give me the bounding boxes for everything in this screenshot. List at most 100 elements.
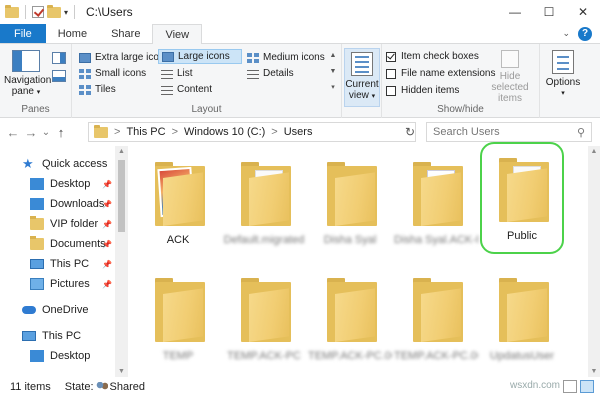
breadcrumb-users[interactable]: Users	[284, 126, 313, 138]
close-button[interactable]: ✕	[566, 0, 600, 24]
forward-button[interactable]: →	[22, 125, 40, 140]
breadcrumb-separator[interactable]: >	[114, 126, 120, 138]
layout-details[interactable]: Details	[244, 66, 297, 81]
folder-name: ACK	[166, 234, 190, 246]
nav-item-vip-folder[interactable]: VIP folder 📌	[0, 214, 114, 234]
nav-item-downloads[interactable]: Downloads 📌	[0, 194, 114, 214]
breadcrumb-windows-drive[interactable]: Windows 10 (C:)	[184, 126, 265, 138]
extra-large-icons-icon	[79, 52, 91, 63]
folder-name: Public	[507, 230, 537, 242]
navigation-pane-icon	[12, 50, 40, 72]
pin-icon[interactable]: 📌	[102, 180, 112, 189]
breadcrumb-separator[interactable]: >	[172, 126, 178, 138]
pin-icon[interactable]: 📌	[102, 240, 112, 249]
hide-selected-label-2: items	[498, 93, 522, 104]
folder-item-default-migrated[interactable]: Default.migrated	[222, 160, 306, 246]
layout-content[interactable]: Content	[158, 82, 215, 97]
folder-item-temp[interactable]: TEMP	[136, 276, 220, 362]
folder-item-disha-syal[interactable]: Disha Syal	[308, 160, 392, 246]
folder-icon	[149, 160, 207, 226]
nav-item-this-pc[interactable]: This PC	[0, 326, 114, 346]
new-folder-icon[interactable]	[47, 4, 61, 18]
folder-item-public[interactable]: Public	[480, 142, 564, 254]
file-name-extensions-option[interactable]: File name extensions	[386, 68, 496, 79]
tab-view[interactable]: View	[152, 24, 203, 44]
options-button[interactable]: Options ▾	[544, 50, 582, 99]
refresh-button[interactable]: ↻	[401, 122, 419, 142]
scroll-down-icon[interactable]: ▼	[588, 368, 600, 375]
help-icon[interactable]: ?	[578, 26, 592, 41]
folder-icon	[149, 276, 207, 342]
hide-selected-items-button[interactable]: Hide selected items	[482, 50, 538, 104]
folder-name: TEMP.ACK-PC	[227, 350, 301, 362]
pin-icon[interactable]: 📌	[102, 220, 112, 229]
breadcrumb-this-pc[interactable]: This PC	[126, 126, 165, 138]
maximize-button[interactable]: ☐	[532, 0, 566, 24]
large-icons-view-toggle-icon[interactable]	[580, 380, 594, 393]
preview-pane-icon[interactable]	[52, 52, 66, 64]
folder-item-temp-ack-pc-000[interactable]: TEMP.ACK-PC.000	[308, 276, 392, 362]
scroll-up-icon[interactable]: ▲	[588, 148, 600, 155]
breadcrumb-separator[interactable]: >	[271, 126, 277, 138]
pin-icon[interactable]: 📌	[102, 200, 112, 209]
small-icons-icon	[79, 68, 91, 79]
item-check-boxes-option[interactable]: Item check boxes	[386, 51, 479, 62]
recent-locations-button[interactable]: ⌄	[40, 127, 52, 138]
file-list-scrollbar[interactable]: ▲ ▼	[588, 146, 600, 377]
layout-expand-icon[interactable]: ▾	[328, 82, 338, 94]
item-check-boxes-checkbox[interactable]	[386, 51, 396, 62]
hidden-items-checkbox[interactable]	[386, 85, 396, 96]
nav-item-onedrive[interactable]: OneDrive	[0, 300, 114, 320]
quick-access-toolbar-dropdown-icon[interactable]: ▾	[64, 8, 68, 17]
folder-name: Default.migrated	[223, 234, 305, 246]
folder-icon	[493, 276, 551, 342]
pin-icon[interactable]: 📌	[102, 260, 112, 269]
minimize-button[interactable]: —	[498, 0, 532, 24]
nav-item-documents[interactable]: Documents 📌	[0, 234, 114, 254]
folder-item-temp-ack-pc[interactable]: TEMP.ACK-PC	[222, 276, 306, 362]
up-button[interactable]: ↑	[52, 125, 70, 140]
current-view-button[interactable]: Current view ▾	[344, 48, 380, 107]
tab-home[interactable]: Home	[46, 24, 99, 43]
folder-item-updatususer[interactable]: UpdatusUser	[480, 276, 564, 362]
current-view-label: Current	[345, 79, 379, 90]
layout-list[interactable]: List	[158, 66, 196, 81]
folder-item-ack[interactable]: ACK	[136, 160, 220, 246]
nav-item-desktop-pc[interactable]: Desktop	[0, 346, 114, 366]
chevron-down-icon: ▾	[371, 93, 376, 100]
scroll-up-icon[interactable]: ▲	[115, 148, 128, 155]
scrollbar-thumb[interactable]	[118, 160, 125, 232]
layout-small-icons[interactable]: Small icons	[76, 66, 149, 81]
navigation-pane-button[interactable]: Navigation pane ▾	[4, 50, 51, 98]
hidden-items-option[interactable]: Hidden items	[386, 85, 459, 96]
folder-item-disha-syal-ack-pc[interactable]: Disha Syal.ACK-PC	[394, 160, 478, 246]
search-input[interactable]: Search Users ⚲	[426, 122, 592, 142]
folder-item-temp-ack-pc-001[interactable]: TEMP.ACK-PC.001	[394, 276, 478, 362]
scroll-down-icon[interactable]: ▼	[115, 368, 128, 375]
address-box[interactable]: > This PC > Windows 10 (C:) > Users	[88, 122, 416, 142]
layout-item-label: Small icons	[95, 68, 147, 79]
layout-medium-icons[interactable]: Medium icons	[244, 50, 328, 65]
folder-icon	[30, 216, 44, 230]
title-bar: ▾ C:\Users — ☐ ✕	[0, 0, 600, 24]
back-button[interactable]: ←	[4, 125, 22, 140]
layout-scroll-up-icon[interactable]: ▲	[328, 50, 338, 62]
layout-large-icons[interactable]: Large icons	[158, 49, 242, 64]
nav-pane-scrollbar[interactable]: ▲ ▼	[115, 146, 128, 377]
tab-file[interactable]: File	[0, 24, 46, 43]
nav-item-this-pc-quick[interactable]: This PC 📌	[0, 254, 114, 274]
file-name-extensions-checkbox[interactable]	[386, 68, 396, 79]
details-view-toggle-icon[interactable]	[563, 380, 577, 393]
expand-ribbon-icon[interactable]: ⌄	[562, 28, 570, 39]
pin-icon[interactable]: 📌	[102, 280, 112, 289]
nav-item-desktop[interactable]: Desktop 📌	[0, 174, 114, 194]
tab-share[interactable]: Share	[99, 24, 152, 43]
layout-scroll-down-icon[interactable]: ▼	[328, 66, 338, 78]
details-pane-icon[interactable]	[52, 70, 66, 82]
properties-check-icon[interactable]	[32, 6, 44, 18]
folder-icon	[407, 160, 465, 226]
layout-tiles[interactable]: Tiles	[76, 82, 119, 97]
nav-item-quick-access[interactable]: ★ Quick access	[0, 154, 114, 174]
folder-icon	[321, 160, 379, 226]
nav-item-pictures[interactable]: Pictures 📌	[0, 274, 114, 294]
